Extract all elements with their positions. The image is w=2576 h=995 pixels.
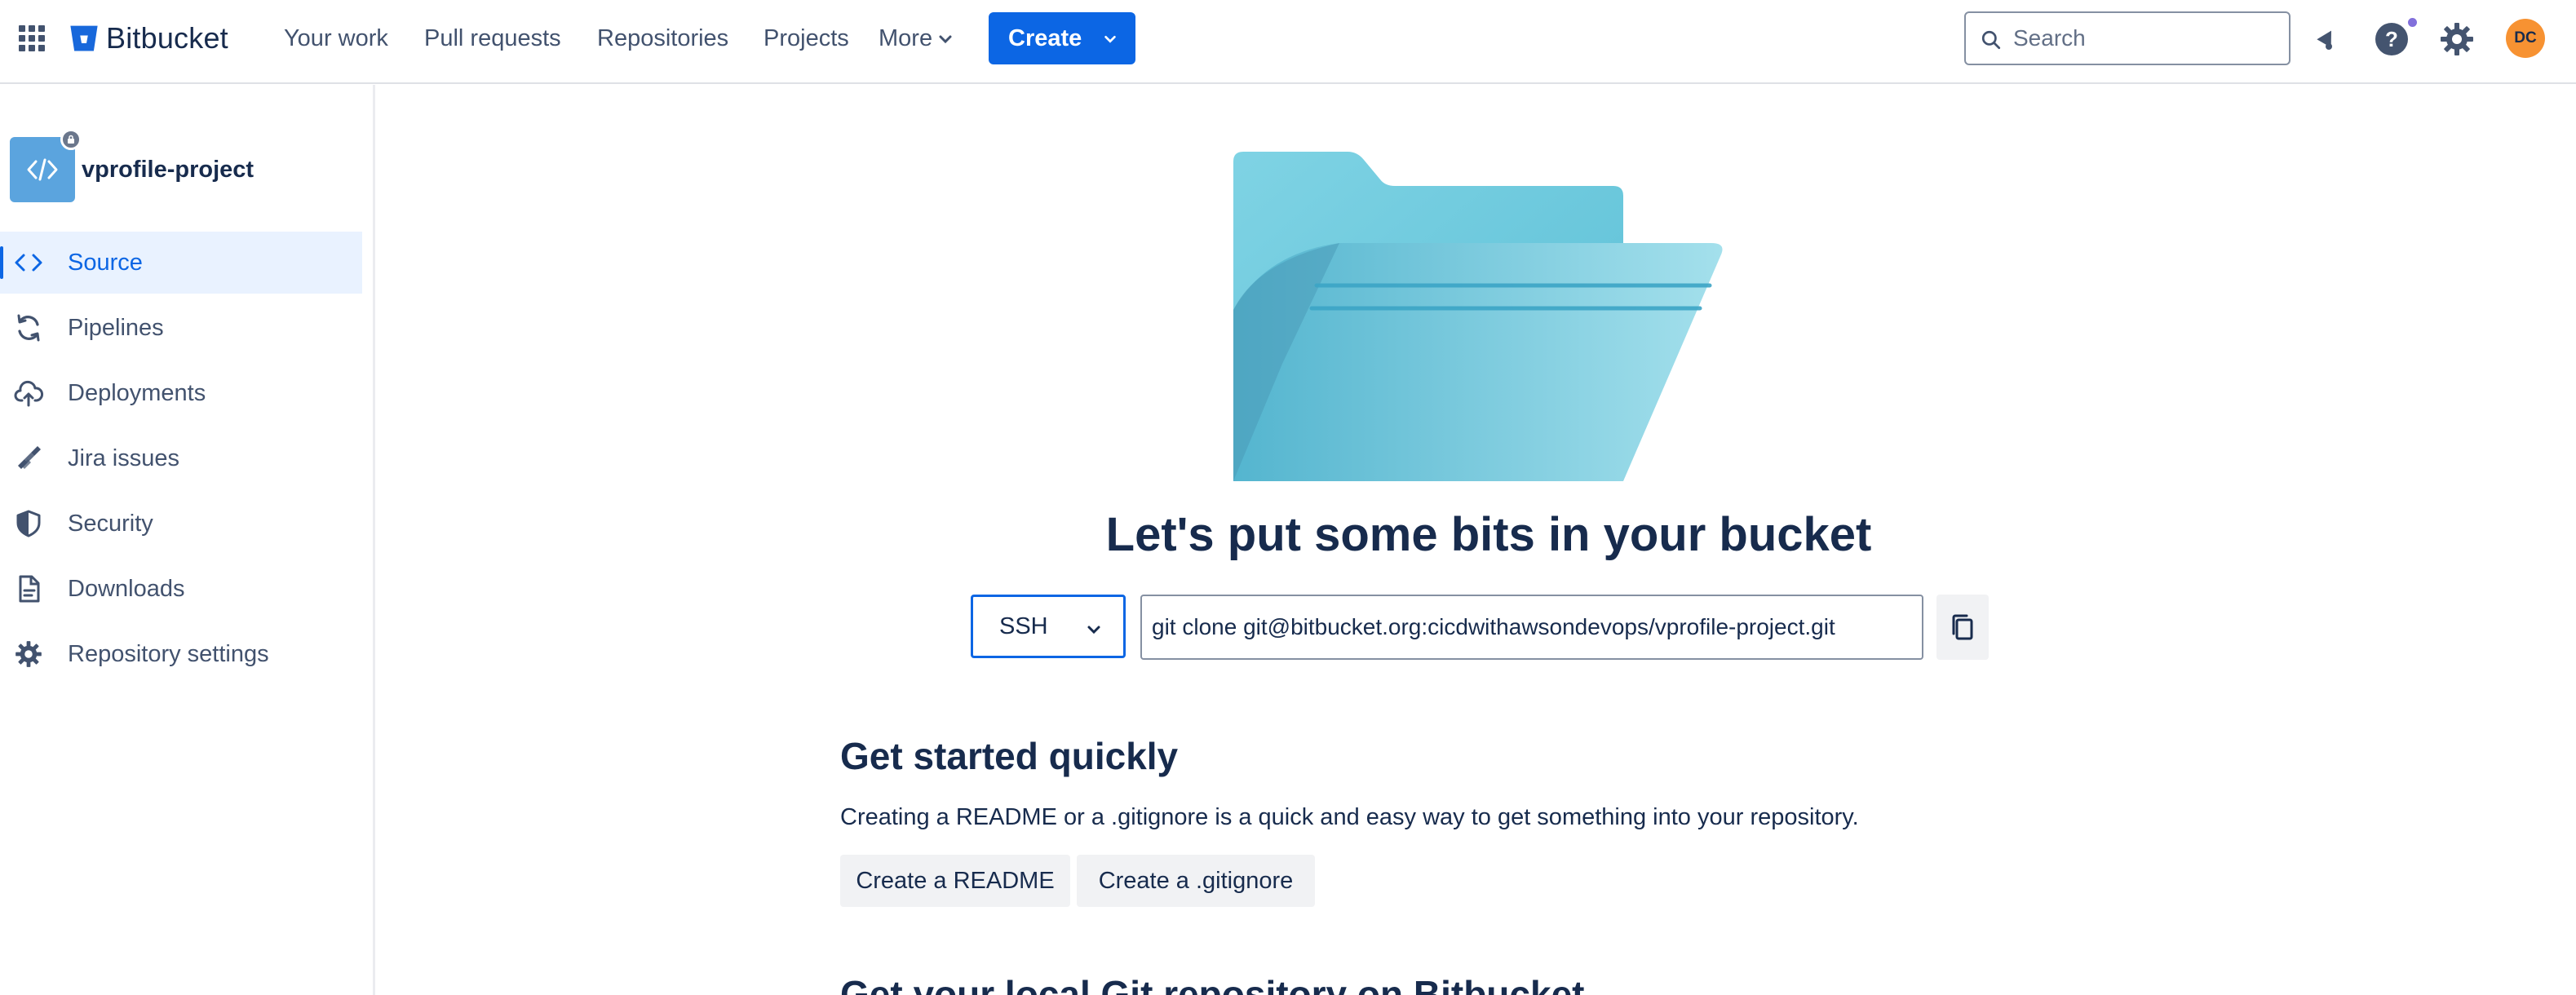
- sidebar-item-security[interactable]: Security: [0, 493, 362, 555]
- sidebar-item-label: Deployments: [68, 379, 206, 406]
- clone-command-field[interactable]: [1140, 595, 1923, 660]
- search-input[interactable]: [2013, 23, 2274, 54]
- chevron-down-icon: [1104, 35, 1116, 43]
- get-started-description: Creating a README or a .gitignore is a q…: [840, 804, 1859, 830]
- code-icon: [27, 158, 58, 181]
- copy-button[interactable]: [1936, 595, 1989, 660]
- create-gitignore-button[interactable]: Create a .gitignore: [1077, 855, 1315, 907]
- repo-name: vprofile-project: [82, 156, 255, 183]
- chevron-down-icon: [939, 35, 952, 44]
- jira-icon: [11, 441, 46, 475]
- sidebar-nav: Source Pipelines Deployments Jira issues…: [0, 232, 362, 688]
- sidebar-item-source[interactable]: Source: [0, 232, 362, 294]
- sidebar-item-label: Repository settings: [68, 640, 269, 667]
- nav-more-label: More: [879, 25, 933, 51]
- nav-projects[interactable]: Projects: [764, 23, 849, 54]
- chevron-down-icon: [1087, 626, 1100, 635]
- sidebar-item-downloads[interactable]: Downloads: [0, 558, 362, 620]
- search-box[interactable]: [1964, 11, 2291, 65]
- sidebar-item-label: Security: [68, 510, 153, 537]
- nav-repositories[interactable]: Repositories: [597, 23, 728, 54]
- help-icon[interactable]: ?: [2372, 20, 2411, 59]
- svg-text:?: ?: [2385, 27, 2398, 51]
- sidebar-item-jira-issues[interactable]: Jira issues: [0, 427, 362, 489]
- settings-icon[interactable]: [2437, 20, 2476, 59]
- nav-more[interactable]: More: [879, 23, 954, 54]
- pipelines-icon: [11, 311, 46, 345]
- help-notification-dot: [2406, 16, 2419, 29]
- sidebar-item-label: Pipelines: [68, 314, 164, 341]
- avatar[interactable]: DC: [2506, 19, 2545, 58]
- nav-your-work[interactable]: Your work: [284, 23, 388, 54]
- folder-illustration: [1233, 152, 1723, 481]
- repo-header[interactable]: vprofile-project: [10, 129, 255, 202]
- repo-avatar: [10, 129, 82, 202]
- sidebar-item-repository-settings[interactable]: Repository settings: [0, 623, 362, 685]
- deployments-icon: [11, 376, 46, 410]
- get-started-title: Get started quickly: [840, 735, 1179, 777]
- clone-protocol-value: SSH: [999, 613, 1048, 639]
- hero-title: Let's put some bits in your bucket: [1105, 508, 1872, 561]
- gear-icon: [11, 637, 46, 671]
- code-icon: [11, 245, 46, 280]
- local-repo-section-title: Get your local Git repository on Bitbuck…: [840, 973, 1585, 995]
- sidebar-item-label: Source: [68, 249, 143, 276]
- app-switcher-icon[interactable]: [18, 24, 46, 52]
- nav-pull-requests[interactable]: Pull requests: [424, 23, 561, 54]
- top-navigation: Bitbucket Your work Pull requests Reposi…: [0, 0, 2576, 84]
- sidebar-item-label: Downloads: [68, 575, 185, 602]
- sidebar-item-pipelines[interactable]: Pipelines: [0, 297, 362, 359]
- logo-text: Bitbucket: [106, 21, 228, 55]
- bitbucket-logo[interactable]: Bitbucket: [69, 20, 228, 57]
- file-icon: [11, 572, 46, 606]
- create-button[interactable]: Create: [989, 12, 1135, 64]
- sidebar: vprofile-project Source Pipelines Deploy…: [0, 85, 375, 995]
- create-button-label: Create: [1008, 24, 1082, 51]
- sidebar-item-deployments[interactable]: Deployments: [0, 362, 362, 424]
- search-icon: [1981, 30, 2001, 50]
- notifications-icon[interactable]: [2307, 20, 2346, 59]
- copy-icon: [1952, 614, 1973, 640]
- shield-icon: [11, 506, 46, 541]
- sidebar-item-label: Jira issues: [68, 444, 179, 471]
- create-readme-button[interactable]: Create a README: [840, 855, 1070, 907]
- lock-icon: [60, 129, 82, 150]
- bitbucket-logo-icon: [70, 25, 98, 51]
- clone-protocol-select[interactable]: SSH: [971, 595, 1126, 658]
